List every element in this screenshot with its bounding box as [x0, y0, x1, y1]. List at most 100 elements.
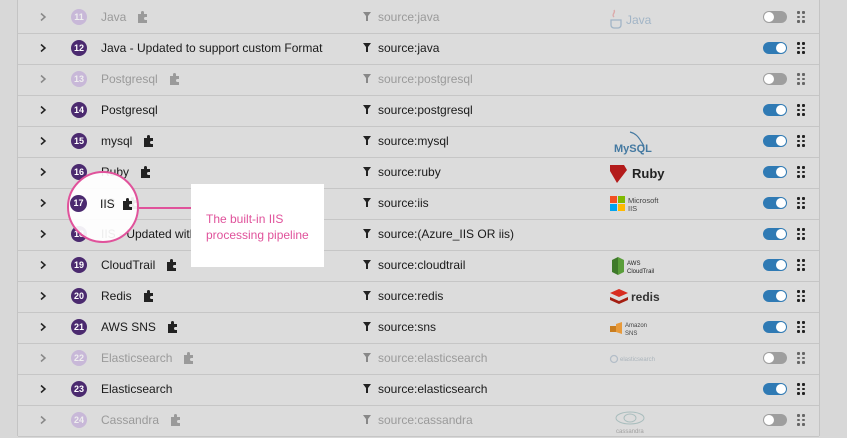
chevron-right-icon[interactable]: [38, 136, 48, 146]
drag-handle-icon[interactable]: [797, 197, 805, 209]
pipeline-filter-query: source:(Azure_IIS OR iis): [378, 227, 515, 241]
chevron-right-icon[interactable]: [38, 198, 48, 208]
puzzle-icon: [167, 259, 177, 271]
chevron-right-icon[interactable]: [38, 384, 48, 394]
drag-handle-icon[interactable]: [797, 414, 805, 426]
callout-row-number: 17: [70, 195, 87, 212]
chevron-right-icon[interactable]: [38, 291, 48, 301]
pipeline-enable-toggle[interactable]: [763, 104, 787, 116]
filter-icon: [363, 229, 371, 238]
pipeline-order-badge: 24: [71, 412, 87, 428]
drag-handle-icon[interactable]: [797, 259, 805, 271]
pipeline-enable-toggle[interactable]: [763, 259, 787, 271]
java-logo: Java: [608, 6, 668, 30]
pipeline-enable-toggle[interactable]: [763, 414, 787, 426]
drag-handle-icon[interactable]: [797, 42, 805, 54]
svg-text:redis: redis: [631, 290, 660, 304]
pipeline-order-badge: 21: [71, 319, 87, 335]
chevron-right-icon[interactable]: [38, 260, 48, 270]
pipeline-enable-toggle[interactable]: [763, 321, 787, 333]
drag-handle-icon[interactable]: [797, 166, 805, 178]
pipeline-name: Cassandra: [101, 413, 160, 427]
filter-icon: [363, 415, 371, 424]
pipeline-filter-query: source:mysql: [378, 134, 449, 148]
chevron-right-icon[interactable]: [38, 12, 48, 22]
pipeline-row[interactable]: 16 Ruby source:ruby Ruby: [18, 157, 819, 189]
pipeline-enable-toggle[interactable]: [763, 135, 787, 147]
chevron-right-icon[interactable]: [38, 353, 48, 363]
pipeline-enable-toggle[interactable]: [763, 11, 787, 23]
pipeline-row[interactable]: 13 Postgresql source:postgresql: [18, 64, 819, 96]
svg-text:Java: Java: [626, 13, 652, 27]
drag-handle-icon[interactable]: [797, 352, 805, 364]
pipelines-list: 11 Java source:java Java 12 Java - Updat…: [17, 0, 820, 437]
pipeline-filter-query: source:postgresql: [378, 103, 473, 117]
chevron-right-icon[interactable]: [38, 43, 48, 53]
elasticsearch-logo: elasticsearch: [608, 347, 668, 371]
microsoft-iis-logo: Microsoft IIS: [608, 192, 668, 216]
svg-text:MySQL: MySQL: [614, 143, 652, 155]
pipeline-filter-query: source:postgresql: [378, 72, 473, 86]
chevron-right-icon[interactable]: [38, 415, 48, 425]
drag-handle-icon[interactable]: [797, 383, 805, 395]
pipeline-enable-toggle[interactable]: [763, 383, 787, 395]
filter-icon: [363, 260, 371, 269]
pipeline-enable-toggle[interactable]: [763, 352, 787, 364]
chevron-right-icon[interactable]: [38, 229, 48, 239]
pipeline-filter-query: source:elasticsearch: [378, 382, 488, 396]
drag-handle-icon[interactable]: [797, 11, 805, 23]
puzzle-icon: [123, 198, 132, 210]
puzzle-icon: [169, 73, 179, 85]
filter-icon: [363, 136, 371, 145]
mysql-logo: MySQL: [608, 130, 668, 155]
aws-cloudtrail-logo: AWS CloudTrail: [608, 254, 668, 278]
pipeline-row[interactable]: 11 Java source:java Java: [18, 2, 819, 34]
drag-handle-icon[interactable]: [797, 104, 805, 116]
pipeline-filter-query: source:iis: [378, 196, 429, 210]
pipeline-row[interactable]: 24 Cassandra source:cassandra cassandra: [18, 405, 819, 437]
pipeline-enable-toggle[interactable]: [763, 228, 787, 240]
svg-text:MicrosoftIIS: Microsoft IIS: [628, 196, 659, 213]
pipeline-row[interactable]: 12 Java - Updated to support custom Form…: [18, 33, 819, 65]
drag-handle-icon[interactable]: [797, 321, 805, 333]
pipeline-row[interactable]: 15 mysql source:mysql MySQL: [18, 126, 819, 158]
drag-handle-icon[interactable]: [797, 290, 805, 302]
filter-icon: [363, 353, 371, 362]
pipeline-row[interactable]: 23 Elasticsearch source:elasticsearch: [18, 374, 819, 406]
drag-handle-icon[interactable]: [797, 228, 805, 240]
pipeline-name: Postgresql: [101, 72, 158, 86]
pipeline-filter-query: source:java: [378, 10, 440, 24]
pipeline-order-badge: 13: [71, 71, 87, 87]
pipeline-enable-toggle[interactable]: [763, 166, 787, 178]
pipeline-row[interactable]: 20 Redis source:redis redis: [18, 281, 819, 313]
chevron-right-icon[interactable]: [38, 74, 48, 84]
drag-handle-icon[interactable]: [797, 73, 805, 85]
drag-handle-icon[interactable]: [797, 135, 805, 147]
filter-icon: [363, 198, 371, 207]
chevron-right-icon[interactable]: [38, 167, 48, 177]
pipeline-row[interactable]: 19 CloudTrail source:cloudtrail AWS Cloud…: [18, 250, 819, 282]
pipeline-filter-query: source:redis: [378, 289, 444, 303]
pipeline-row[interactable]: 18 IIS - Updated with source:(Azure_IIS …: [18, 219, 819, 251]
pipeline-order-badge: 11: [71, 9, 87, 25]
pipeline-name: Redis: [101, 289, 132, 303]
puzzle-icon: [144, 135, 154, 147]
pipeline-row[interactable]: 14 Postgresql source:postgresql: [18, 95, 819, 127]
filter-icon: [363, 12, 371, 21]
pipeline-enable-toggle[interactable]: [763, 290, 787, 302]
pipeline-order-badge: 20: [71, 288, 87, 304]
puzzle-icon: [184, 352, 194, 364]
filter-icon: [363, 74, 371, 83]
pipeline-row[interactable]: 21 AWS SNS source:sns Amazon SNS: [18, 312, 819, 344]
pipeline-enable-toggle[interactable]: [763, 42, 787, 54]
pipeline-enable-toggle[interactable]: [763, 73, 787, 85]
puzzle-icon: [171, 414, 181, 426]
chevron-right-icon[interactable]: [38, 105, 48, 115]
redis-logo: redis: [608, 285, 668, 309]
chevron-right-icon[interactable]: [38, 322, 48, 332]
filter-icon: [363, 291, 371, 300]
filter-icon: [363, 384, 371, 393]
pipeline-order-badge: 14: [71, 102, 87, 118]
pipeline-enable-toggle[interactable]: [763, 197, 787, 209]
pipeline-row[interactable]: 22 Elasticsearch source:elasticsearch el…: [18, 343, 819, 375]
